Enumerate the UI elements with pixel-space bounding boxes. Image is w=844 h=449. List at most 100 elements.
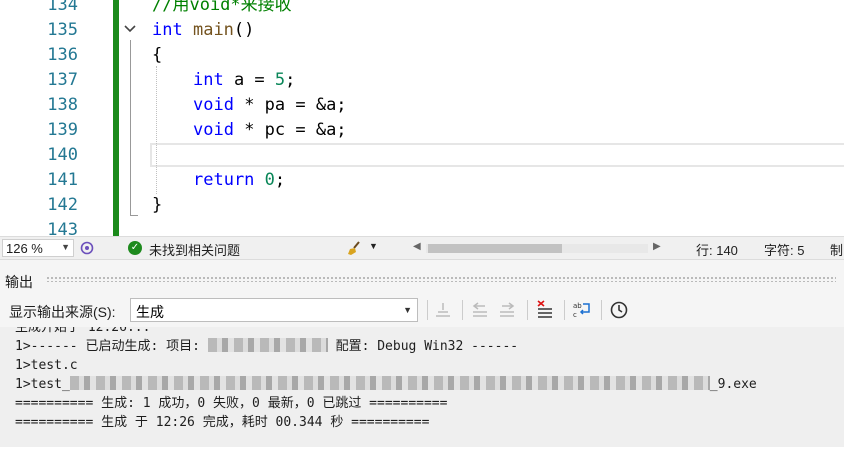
line-number: 139 <box>47 120 78 140</box>
code-token: return <box>193 170 255 190</box>
goto-location-icon[interactable] <box>433 300 453 320</box>
code-line[interactable]: 142} <box>0 193 844 218</box>
toolbar-separator <box>462 300 463 320</box>
code-line[interactable]: 137 int a = 5; <box>0 68 844 93</box>
code-token: () <box>233 20 255 40</box>
output-text-segment: 1>------ 已启动生成: 项目: <box>15 339 208 354</box>
redacted-text <box>207 338 328 352</box>
toolbar-separator <box>527 300 528 320</box>
code-line[interactable]: 141 return 0; <box>0 168 844 193</box>
zoom-level: 126 % <box>6 241 43 256</box>
clear-all-icon[interactable] <box>535 300 555 320</box>
code-text: int main() <box>152 18 254 43</box>
editor-status-bar: 126 % ▼ ✓ 未找到相关问题 ▼ ◀ ▶ 行: 140 字符: 5 制 <box>0 236 844 259</box>
code-text: void * pa = &a; <box>193 93 347 118</box>
panel-title: 输出 <box>5 274 33 290</box>
code-editor[interactable]: 134 //用void*来接收 135 int main() 136 {137 int a … <box>0 0 844 236</box>
check-circle-icon[interactable]: ✓ <box>128 241 142 255</box>
zoom-select[interactable]: 126 % ▼ <box>2 239 74 257</box>
code-text: //用void*来接收 <box>152 0 292 18</box>
output-text-area[interactable]: 生成开始于 12:26... 1>------ 已启动生成: 项目: 配置: De… <box>0 327 844 447</box>
code-line[interactable]: 143 <box>0 218 844 236</box>
redacted-text <box>69 376 710 390</box>
output-line: 1>test.c <box>15 357 78 375</box>
code-line[interactable]: 140 <box>0 143 844 168</box>
code-token: //用void*来接收 <box>152 0 292 15</box>
line-number: 141 <box>47 170 78 190</box>
chevron-down-icon: ▼ <box>61 242 70 252</box>
code-token: { <box>152 45 163 65</box>
clock-icon[interactable] <box>609 300 629 320</box>
code-line[interactable]: 135 int main() <box>0 18 844 43</box>
line-number: 135 <box>47 20 78 40</box>
code-token: void <box>193 95 234 115</box>
cleanup-brush-icon[interactable] <box>346 239 364 257</box>
drag-grip[interactable] <box>46 276 836 282</box>
code-token: } <box>152 195 163 215</box>
code-text: int a = 5; <box>193 68 295 93</box>
line-number: 140 <box>47 145 78 165</box>
word-wrap-icon[interactable]: ab c <box>572 300 592 320</box>
svg-text:ab: ab <box>573 302 582 310</box>
next-message-icon[interactable] <box>497 300 517 320</box>
code-text: { <box>152 43 162 68</box>
output-line: 1>test_ _9.exe <box>15 376 757 394</box>
code-line[interactable]: 136 { <box>0 43 844 68</box>
suggestion-icon[interactable] <box>79 240 95 256</box>
code-token: * pa = &a; <box>233 95 347 115</box>
encoding-indicator[interactable]: 制 <box>830 240 843 259</box>
code-line[interactable]: 138 void * pa = &a; <box>0 93 844 118</box>
output-text-segment: 1>test_ <box>15 377 70 392</box>
svg-text:c: c <box>573 311 577 319</box>
code-token: * pc = &a; <box>233 120 347 140</box>
line-number: 142 <box>47 195 78 215</box>
chevron-down-icon: ▼ <box>403 305 412 315</box>
column-indicator: 字符: 5 <box>764 243 805 258</box>
code-token: ; <box>274 170 286 190</box>
output-text-segment: 配置: Debug Win32 ------ <box>327 339 519 354</box>
code-token: void <box>193 120 234 140</box>
code-line[interactable]: 134 //用void*来接收 <box>0 0 844 18</box>
code-token: 0 <box>264 170 275 190</box>
previous-message-icon[interactable] <box>470 300 490 320</box>
output-line: 1>------ 已启动生成: 项目: 配置: Debug Win32 ----… <box>15 338 518 356</box>
scroll-right-icon[interactable]: ▶ <box>653 241 661 252</box>
code-token: main <box>192 20 234 40</box>
line-number: 138 <box>47 95 78 115</box>
line-number: 136 <box>47 45 78 65</box>
output-text-segment: _9.exe <box>709 377 757 392</box>
scrollbar-thumb[interactable] <box>428 244 562 253</box>
code-token: 5 <box>274 70 286 90</box>
output-panel-header: 输出 <box>0 259 844 293</box>
row-indicator: 行: 140 <box>696 243 738 258</box>
source-label: 显示输出来源(S): <box>9 304 116 320</box>
toolbar-separator <box>564 300 565 320</box>
scroll-left-icon[interactable]: ◀ <box>413 241 421 252</box>
output-text-segment: 1>test.c <box>15 358 78 373</box>
code-token: int <box>193 70 224 90</box>
output-line: ========== 生成: 1 成功，0 失败，0 最新，0 已跳过 ====… <box>15 395 447 413</box>
chevron-down-icon[interactable]: ▼ <box>369 241 378 251</box>
code-line[interactable]: 139 void * pc = &a; <box>0 118 844 143</box>
code-token: a = <box>223 70 275 90</box>
code-token: ; <box>285 70 296 90</box>
code-text: void * pc = &a; <box>193 118 347 143</box>
issues-status[interactable]: 未找到相关问题 <box>149 240 240 259</box>
output-text-segment: ========== 生成 于 12:26 完成，耗时 00.344 秒 ===… <box>15 415 430 430</box>
output-line: ========== 生成 于 12:26 完成，耗时 00.344 秒 ===… <box>15 414 429 432</box>
code-text: return 0; <box>193 168 285 193</box>
code-token: int <box>152 20 183 40</box>
toolbar-separator <box>427 300 428 320</box>
source-value: 生成 <box>136 304 164 320</box>
output-text-segment: ========== 生成: 1 成功，0 失败，0 最新，0 已跳过 ====… <box>15 396 448 411</box>
output-source-select[interactable]: 生成 ▼ <box>130 298 418 322</box>
output-line: 生成开始于 12:26... <box>15 327 150 337</box>
output-toolbar: 显示输出来源(S): 生成 ▼ ab c <box>0 293 844 327</box>
line-number: 134 <box>47 0 78 15</box>
line-number: 137 <box>47 70 78 90</box>
line-number: 143 <box>47 220 78 236</box>
output-text-segment: 生成开始于 12:26... <box>15 327 151 335</box>
code-text: } <box>152 193 162 218</box>
